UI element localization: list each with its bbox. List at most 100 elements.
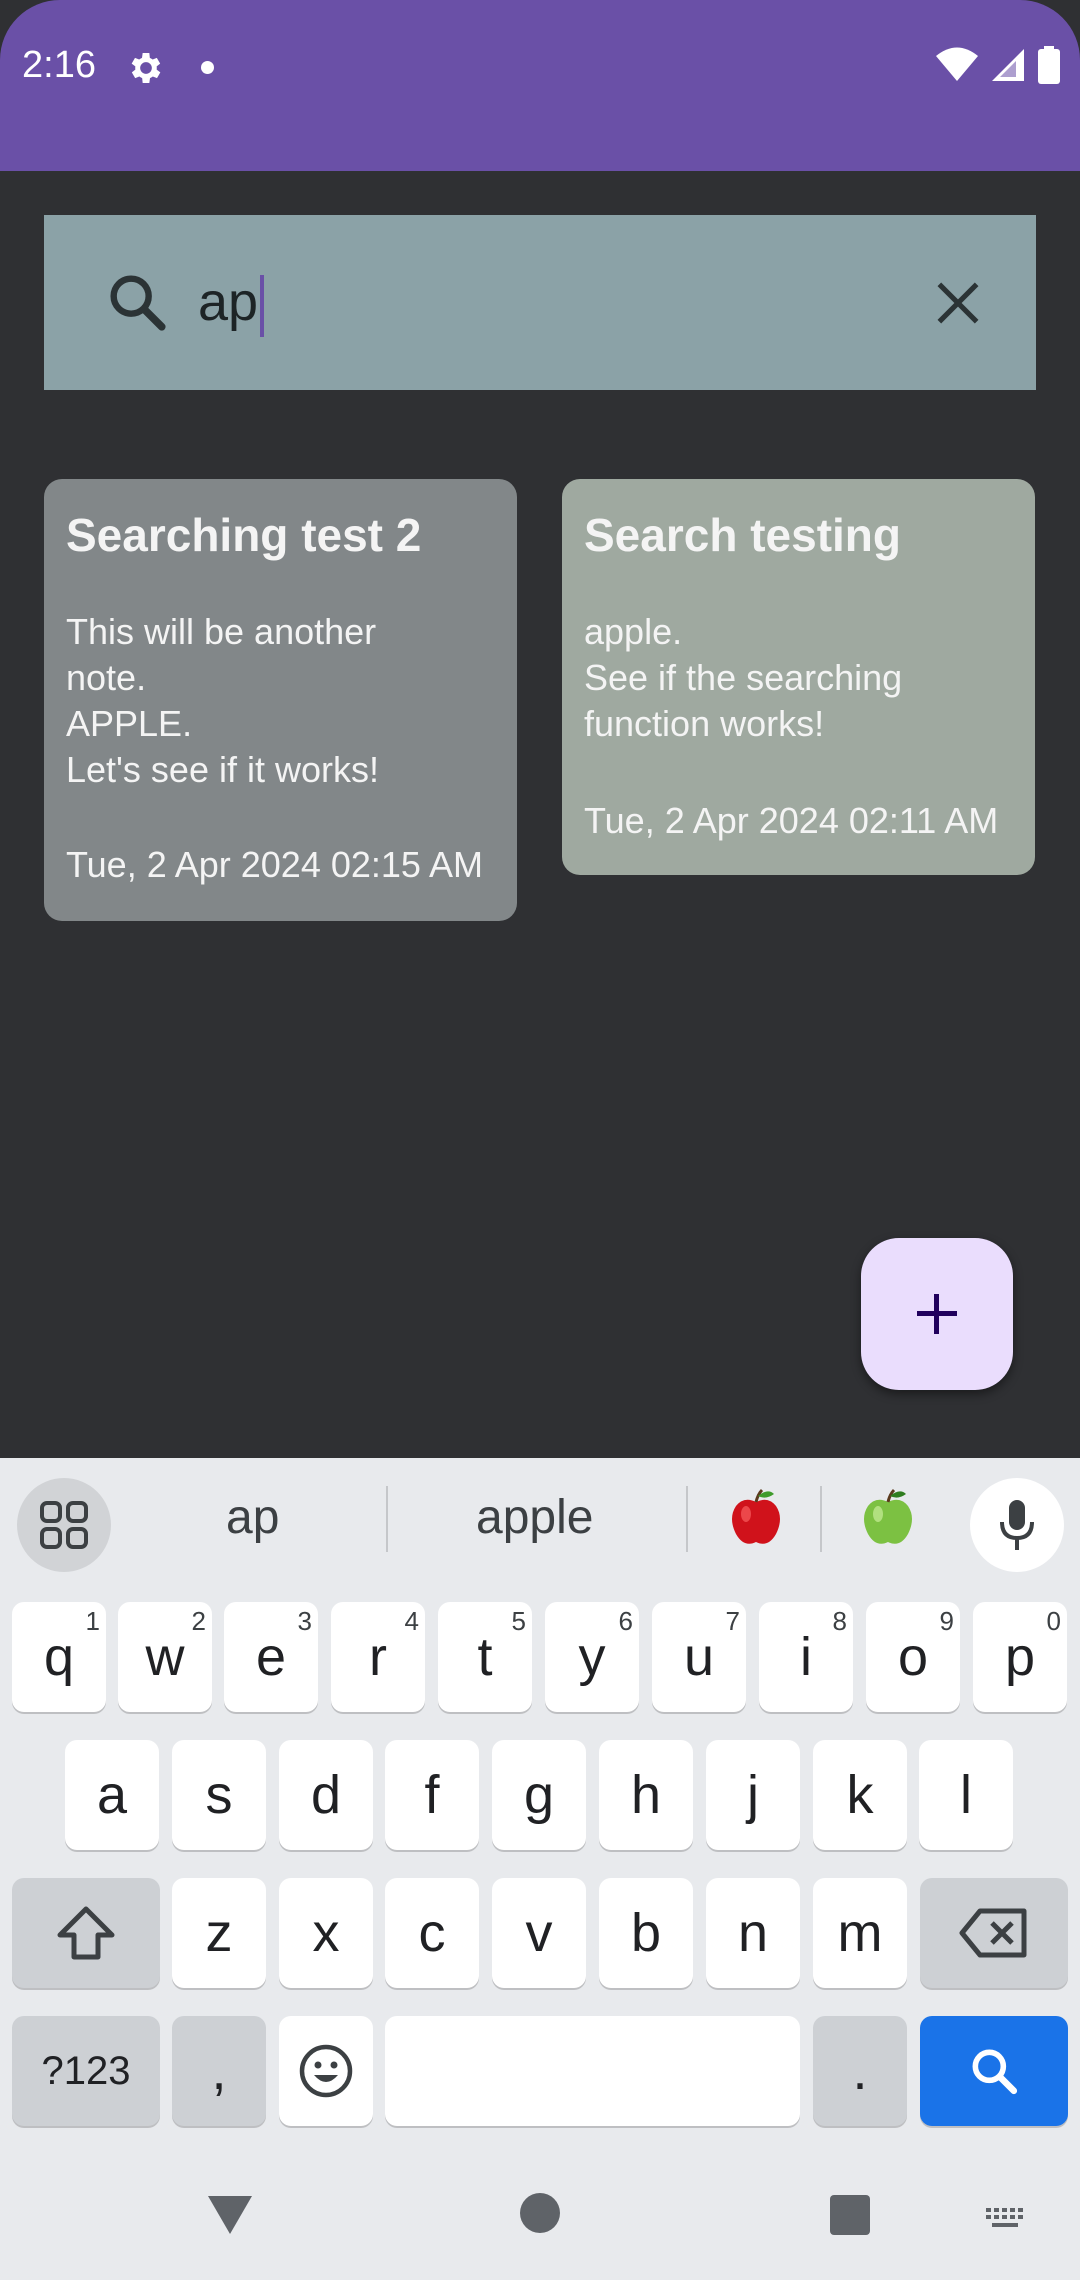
key-label: w [145,1627,185,1687]
period-key[interactable]: . [813,2016,907,2126]
key-i[interactable]: i8 [759,1602,853,1712]
search-icon [972,2049,1018,2095]
key-h[interactable]: h [599,1740,693,1850]
grid-icon [40,1501,88,1549]
green-apple-icon[interactable] [860,1488,916,1548]
key-t[interactable]: t5 [438,1602,532,1712]
note-title: Search testing [584,509,901,561]
backspace-key[interactable] [920,1878,1068,1988]
navigation-bar [0,2170,1080,2280]
suggestion-item[interactable]: ap [226,1490,279,1545]
search-input[interactable]: ap [198,267,265,337]
key-y[interactable]: y6 [545,1602,639,1712]
status-bar: 2:16 [0,0,1080,171]
key-hint: 8 [832,1606,847,1636]
search-query: ap [198,272,259,332]
home-icon[interactable] [519,2192,561,2234]
note-card[interactable]: Search testing apple. See if the searchi… [562,479,1035,875]
text-caret [260,274,265,337]
key-label: y [578,1627,606,1687]
voice-input-button[interactable] [970,1478,1064,1572]
key-n[interactable]: n [706,1878,800,1988]
suggestion-divider [386,1486,388,1552]
key-d[interactable]: d [279,1740,373,1850]
note-body: apple. See if the searching function wor… [584,611,903,744]
note-body: This will be another note. APPLE. Let's … [66,611,379,790]
suggestion-strip: ap apple [0,1458,1080,1578]
key-a[interactable]: a [65,1740,159,1850]
keyboard: ap apple q1 w2 e3 r4 t5 y6 u7 i 8 o 9 p … [0,1458,1080,2280]
key-label: q [43,1627,75,1687]
key-b[interactable]: b [599,1878,693,1988]
comma-key[interactable]: , [172,2016,266,2126]
key-f[interactable]: f [385,1740,479,1850]
suggestion-divider [686,1486,688,1552]
key-label: i [800,1627,812,1687]
key-label: o [897,1627,929,1687]
suggestion-divider [820,1486,822,1552]
close-icon[interactable] [930,275,986,331]
back-icon[interactable] [206,2192,254,2236]
key-u[interactable]: u7 [652,1602,746,1712]
space-key[interactable] [385,2016,800,2126]
search-bar[interactable]: ap [44,215,1036,390]
key-hint: 0 [1046,1606,1061,1636]
key-p[interactable]: p0 [973,1602,1067,1712]
wifi-icon [936,47,978,81]
key-w[interactable]: w2 [118,1602,212,1712]
shift-icon [57,1906,115,1960]
key-r[interactable]: r4 [331,1602,425,1712]
key-m[interactable]: m [813,1878,907,1988]
key-hint: 2 [191,1606,206,1636]
note-date: Tue, 2 Apr 2024 02:15 AM [66,844,483,885]
key-hint: 6 [618,1606,633,1636]
search-action-key[interactable] [920,2016,1068,2126]
key-k[interactable]: k [813,1740,907,1850]
key-hint: 5 [511,1606,526,1636]
key-g[interactable]: g [492,1740,586,1850]
battery-icon [1038,46,1060,84]
key-label: u [683,1627,715,1687]
shift-key[interactable] [12,1878,160,1988]
backspace-icon [959,1908,1027,1958]
key-c[interactable]: c [385,1878,479,1988]
key-l[interactable]: l [919,1740,1013,1850]
key-hint: 4 [404,1606,419,1636]
recents-icon[interactable] [829,2194,871,2236]
key-label: t [477,1627,493,1687]
key-hint: 7 [725,1606,740,1636]
key-e[interactable]: e3 [224,1602,318,1712]
key-s[interactable]: s [172,1740,266,1850]
status-icons [936,46,1060,84]
emoji-key[interactable] [279,2016,373,2126]
key-hint: 1 [85,1606,100,1636]
key-label: p [1004,1627,1036,1687]
smiley-icon [299,2044,353,2098]
key-hint: 3 [297,1606,312,1636]
key-z[interactable]: z [172,1878,266,1988]
key-v[interactable]: v [492,1878,586,1988]
key-q[interactable]: q1 [12,1602,106,1712]
key-hint: 9 [939,1606,954,1636]
key-j[interactable]: j [706,1740,800,1850]
suggestion-item[interactable]: apple [476,1490,593,1545]
symbols-key[interactable]: ?123 [12,2016,160,2126]
note-date: Tue, 2 Apr 2024 02:11 AM [584,800,999,841]
key-label: r [369,1627,387,1687]
cell-signal-icon [992,49,1024,81]
notification-dot-icon [201,61,214,74]
microphone-icon [1000,1500,1034,1550]
note-card[interactable]: Searching test 2 This will be another no… [44,479,517,921]
status-time: 2:16 [22,44,96,86]
plus-icon [917,1294,957,1334]
add-note-button[interactable] [861,1238,1013,1390]
key-o[interactable]: o9 [866,1602,960,1712]
keyboard-apps-button[interactable] [17,1478,111,1572]
keyboard-switch-icon[interactable] [984,2206,1028,2232]
search-icon [110,275,166,331]
settings-gear-icon [131,53,161,83]
red-apple-icon[interactable] [728,1488,784,1548]
key-label: e [255,1627,287,1687]
key-x[interactable]: x [279,1878,373,1988]
note-title: Searching test 2 [66,509,422,561]
